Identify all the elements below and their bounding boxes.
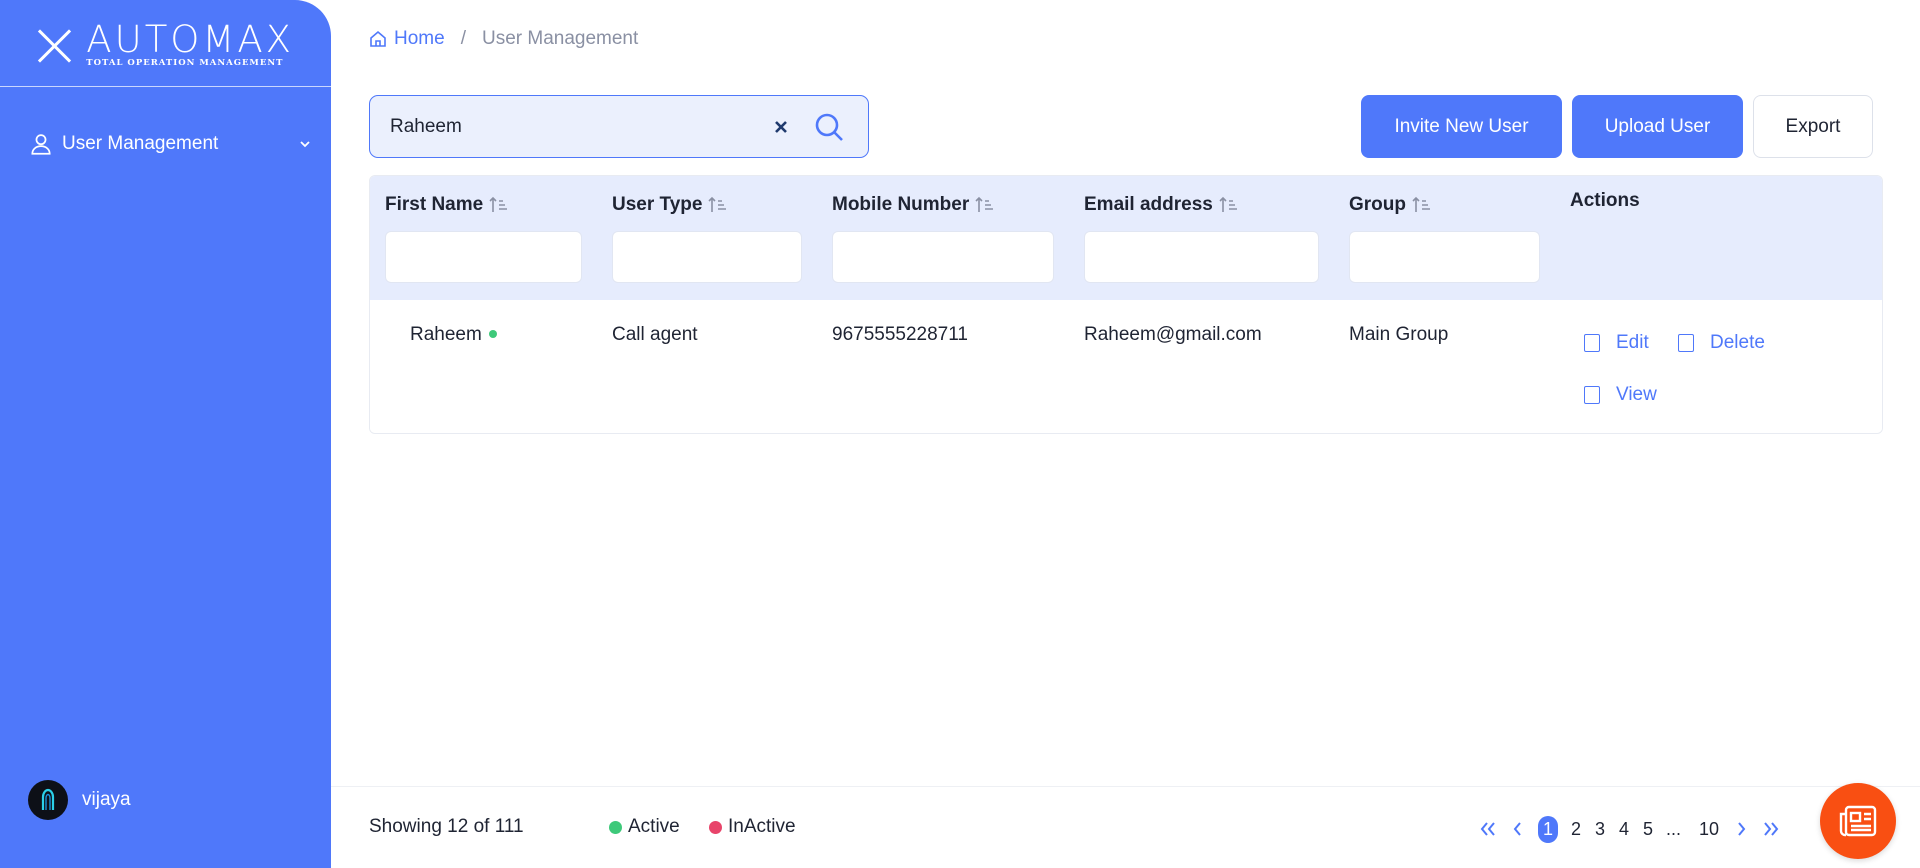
view-icon bbox=[1584, 386, 1600, 404]
inactive-dot bbox=[709, 820, 722, 834]
user-icon bbox=[31, 134, 51, 155]
filter-first-name-input[interactable] bbox=[385, 231, 582, 283]
logo-x-icon bbox=[34, 24, 74, 66]
active-dot bbox=[609, 820, 622, 834]
prev-page-icon[interactable] bbox=[1508, 819, 1528, 839]
logo-tagline: TOTAL OPERATION MANAGEMENT bbox=[86, 58, 284, 68]
cell-email: Raheem@gmail.com bbox=[1084, 324, 1262, 345]
last-page-icon[interactable] bbox=[1761, 819, 1781, 839]
page-ellipsis: ... bbox=[1666, 818, 1682, 839]
sort-icon[interactable] bbox=[1411, 195, 1433, 215]
filter-group-input[interactable] bbox=[1349, 231, 1540, 283]
page-4[interactable]: 4 bbox=[1618, 819, 1630, 840]
search-input[interactable] bbox=[390, 106, 772, 147]
logo-wordmark: AUTOMAX bbox=[86, 18, 294, 61]
sort-icon[interactable] bbox=[974, 195, 996, 215]
user-profile[interactable]: vijaya bbox=[28, 780, 131, 820]
users-table: First Name User Type Mobile Number Email… bbox=[369, 175, 1883, 434]
sidebar: AUTOMAX TOTAL OPERATION MANAGEMENT User … bbox=[0, 0, 331, 868]
page-5[interactable]: 5 bbox=[1642, 819, 1654, 840]
page-current[interactable]: 1 bbox=[1538, 815, 1558, 843]
active-status-dot bbox=[488, 329, 497, 338]
filter-user-type-input[interactable] bbox=[612, 231, 802, 283]
delete-icon bbox=[1678, 334, 1694, 352]
cell-group: Main Group bbox=[1349, 324, 1449, 345]
page-last[interactable]: 10 bbox=[1699, 819, 1719, 840]
avatar-logo-icon bbox=[41, 788, 55, 810]
next-page-icon[interactable] bbox=[1731, 819, 1751, 839]
showing-count: Showing 12 of 111 bbox=[369, 816, 524, 837]
pagination: 1 2 3 4 5 ... 10 bbox=[1478, 814, 1791, 844]
cell-mobile-number: 9675555228711 bbox=[832, 324, 968, 345]
avatar bbox=[28, 780, 68, 820]
breadcrumb-home-link[interactable]: Home bbox=[368, 28, 445, 50]
column-header-first-name[interactable]: First Name bbox=[385, 194, 510, 216]
breadcrumb-home-label: Home bbox=[394, 28, 445, 49]
column-header-user-type[interactable]: User Type bbox=[612, 194, 729, 216]
sidebar-divider bbox=[0, 86, 331, 87]
upload-user-button[interactable]: Upload User bbox=[1572, 95, 1743, 158]
legend-active: Active bbox=[609, 816, 680, 838]
chevron-down-icon[interactable] bbox=[298, 137, 312, 151]
sort-icon[interactable] bbox=[707, 195, 729, 215]
footer-divider bbox=[331, 786, 1920, 787]
filter-email-input[interactable] bbox=[1084, 231, 1319, 283]
clear-search-icon[interactable] bbox=[772, 118, 790, 136]
column-header-email[interactable]: Email address bbox=[1084, 194, 1240, 216]
edit-button[interactable]: Edit bbox=[1584, 332, 1649, 354]
delete-button[interactable]: Delete bbox=[1678, 332, 1765, 354]
column-header-mobile-number[interactable]: Mobile Number bbox=[832, 194, 996, 216]
sidebar-item-user-management[interactable]: User Management bbox=[28, 128, 316, 160]
table-header: First Name User Type Mobile Number Email… bbox=[370, 176, 1882, 300]
search-icon[interactable] bbox=[812, 110, 846, 144]
cell-first-name: Raheem bbox=[410, 324, 497, 346]
breadcrumb-separator: / bbox=[460, 28, 466, 49]
breadcrumb-current: User Management bbox=[481, 28, 639, 49]
column-header-actions: Actions bbox=[1570, 190, 1640, 211]
table-row[interactable]: Raheem Call agent 9675555228711 Raheem@g… bbox=[370, 300, 1882, 433]
newspaper-icon bbox=[1839, 805, 1877, 837]
page-3[interactable]: 3 bbox=[1594, 819, 1606, 840]
search-box bbox=[369, 95, 869, 158]
page-2[interactable]: 2 bbox=[1570, 819, 1582, 840]
view-button[interactable]: View bbox=[1584, 384, 1657, 406]
sort-icon[interactable] bbox=[1218, 195, 1240, 215]
profile-name: vijaya bbox=[82, 789, 131, 810]
edit-icon bbox=[1584, 334, 1600, 352]
sidebar-item-label: User Management bbox=[62, 133, 219, 154]
app-logo[interactable]: AUTOMAX TOTAL OPERATION MANAGEMENT bbox=[34, 20, 294, 70]
breadcrumb: Home / User Management bbox=[368, 28, 638, 50]
legend-inactive: InActive bbox=[709, 816, 796, 838]
filter-mobile-number-input[interactable] bbox=[832, 231, 1054, 283]
cell-user-type: Call agent bbox=[612, 324, 698, 345]
home-icon bbox=[370, 30, 386, 47]
sort-icon[interactable] bbox=[488, 195, 510, 215]
column-header-group[interactable]: Group bbox=[1349, 194, 1433, 216]
invite-new-user-button[interactable]: Invite New User bbox=[1361, 95, 1562, 158]
export-button[interactable]: Export bbox=[1753, 95, 1873, 158]
news-feed-button[interactable] bbox=[1820, 783, 1896, 859]
first-page-icon[interactable] bbox=[1478, 819, 1498, 839]
